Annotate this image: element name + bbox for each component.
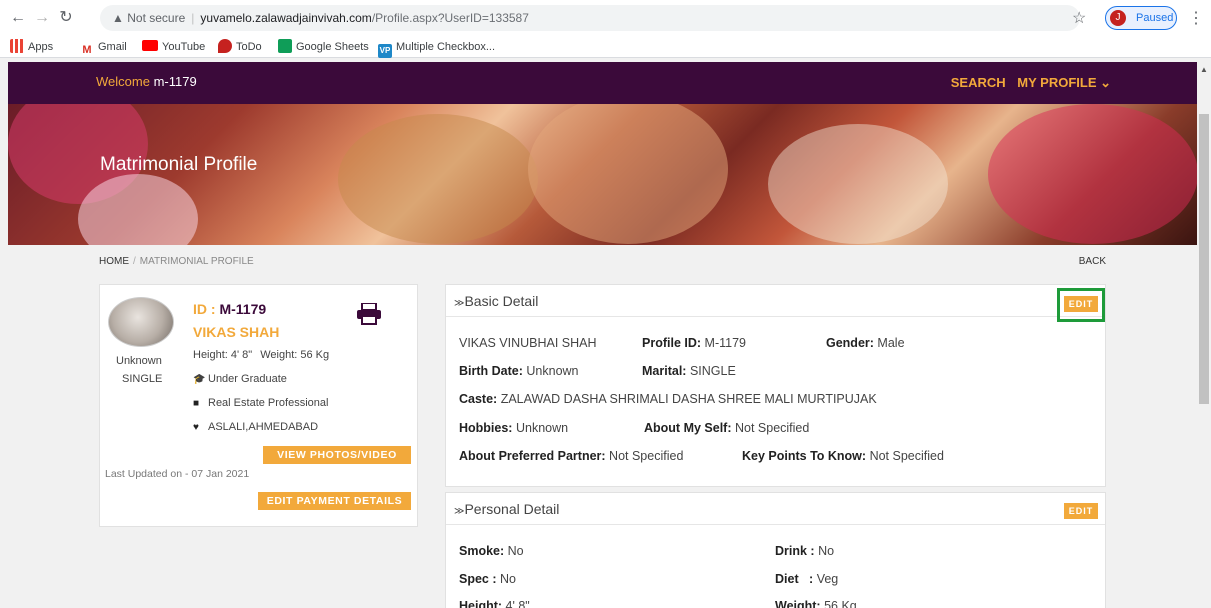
hero-title: Matrimonial Profile	[100, 154, 258, 175]
personal-detail-header[interactable]: ≫Personal Detail EDIT	[446, 493, 1105, 525]
key-points-field: Key Points To Know: Not Specified	[742, 449, 944, 463]
profile-id-field: Profile ID: M-1179	[642, 336, 746, 350]
personal-detail-panel: ≫Personal Detail EDIT Smoke: No Drink : …	[445, 492, 1106, 608]
personal-detail-edit-button[interactable]: EDIT	[1064, 503, 1098, 519]
height-field: Height: 4' 8"	[459, 599, 530, 608]
scrollbar-thumb[interactable]	[1199, 114, 1209, 404]
back-link[interactable]: BACK	[1079, 256, 1106, 267]
reload-icon[interactable]: ↻	[56, 8, 76, 28]
breadcrumb-home[interactable]: HOME	[99, 256, 129, 267]
todo-icon	[218, 39, 232, 53]
bookmark-todo[interactable]: ToDo	[218, 39, 262, 55]
graduation-cap-icon: 🎓	[193, 374, 206, 385]
map-marker-icon: ♥	[193, 422, 199, 433]
about-self-field: About My Self: Not Specified	[644, 421, 810, 435]
bookmark-youtube[interactable]: YouTube	[142, 39, 205, 55]
url-host: yuvamelo.zalawadjainvivah.com	[200, 11, 372, 25]
breadcrumb: HOME / MATRIMONIAL PROFILE	[99, 256, 254, 267]
menu-my-profile[interactable]: MY PROFILE ⌄	[1017, 75, 1111, 90]
birth-date-field: Birth Date: Unknown	[459, 364, 579, 378]
bookmark-apps[interactable]: Apps	[10, 39, 53, 55]
weight-field: Weight: 56 Kg	[775, 599, 857, 608]
bookmark-google-sheets[interactable]: Google Sheets	[278, 39, 369, 55]
profile-photo[interactable]	[108, 297, 174, 347]
vp-icon: VP	[378, 44, 392, 58]
bookmarks-bar: Apps M Gmail YouTube ToDo Google Sheets V…	[0, 36, 1211, 58]
profile-paused-button[interactable]: J Paused	[1105, 6, 1177, 30]
smoke-field: Smoke: No	[459, 544, 524, 558]
bookmark-gmail[interactable]: M Gmail	[80, 39, 127, 57]
scroll-up-arrow-icon[interactable]: ▲	[1200, 65, 1208, 74]
bookmark-multiple-checkbox[interactable]: VP Multiple Checkbox...	[378, 39, 495, 58]
profile-avatar: J	[1110, 10, 1126, 26]
main-menu: SEARCH MY PROFILE ⌄	[943, 75, 1111, 91]
sheets-icon	[278, 39, 292, 53]
forward-arrow-icon[interactable]: →	[32, 8, 52, 28]
site-navbar: Welcome m-1179 SEARCH MY PROFILE ⌄	[8, 62, 1197, 104]
security-label: Not secure	[127, 11, 186, 25]
education-line: 🎓 Under Graduate	[193, 373, 287, 385]
hero-banner: Matrimonial Profile	[8, 104, 1197, 245]
menu-search[interactable]: SEARCH	[951, 75, 1006, 90]
address-bar[interactable]: ▲ Not secure | yuvamelo.zalawadjainvivah.c…	[100, 5, 1080, 31]
location-line: ♥ ASLALI,AHMEDABAD	[193, 421, 319, 433]
apps-grid-icon	[10, 39, 24, 53]
profile-summary-card: Unknown SINGLE ID : M-1179 VIKAS SHAH He…	[99, 284, 418, 527]
spec-field: Spec : No	[459, 572, 516, 586]
marital-field: Marital: SINGLE	[642, 364, 736, 378]
diet-field: Diet : Veg	[775, 572, 839, 586]
back-arrow-icon[interactable]: ←	[8, 8, 28, 28]
briefcase-icon: ■	[193, 398, 200, 409]
welcome-username: m-1179	[153, 74, 197, 89]
paused-label: Paused	[1136, 12, 1174, 24]
more-menu-icon[interactable]: ⋮	[1188, 8, 1204, 28]
browser-toolbar: ← → ↻ ▲ Not secure | yuvamelo.zalawadjainv…	[0, 0, 1211, 36]
basic-detail-title: ≫Basic Detail	[454, 293, 539, 309]
basic-detail-header[interactable]: ≫Basic Detail EDIT	[446, 285, 1105, 322]
height-weight: Height: 4' 8" Weight: 56 Kg	[193, 349, 330, 361]
edit-payment-details-button[interactable]: EDIT PAYMENT DETAILS	[258, 492, 411, 510]
profile-id: ID : M-1179	[193, 301, 267, 317]
hobbies-field: Hobbies: Unknown	[459, 421, 569, 435]
basic-detail-panel: ≫Basic Detail EDIT VIKAS VINUBHAI SHAH P…	[445, 284, 1106, 487]
chevron-down-icon: ≫	[454, 506, 465, 517]
gender-field: Gender: Male	[826, 336, 905, 350]
gmail-icon: M	[80, 43, 94, 57]
welcome-text: Welcome m-1179	[96, 74, 197, 89]
bookmark-star-icon[interactable]: ☆	[1072, 8, 1086, 28]
warning-icon: ▲	[112, 11, 124, 25]
full-name: VIKAS VINUBHAI SHAH	[459, 336, 597, 350]
profile-name: VIKAS SHAH	[193, 324, 280, 340]
profession-line: ■ Real Estate Professional	[193, 397, 329, 409]
page-scrollbar[interactable]: ▲	[1197, 62, 1211, 608]
breadcrumb-current: MATRIMONIAL PROFILE	[139, 256, 254, 267]
youtube-icon	[142, 40, 158, 51]
caste-field: Caste: ZALAWAD DASHA SHRIMALI DASHA SHRE…	[459, 392, 877, 406]
profile-status-unknown: Unknown	[116, 355, 162, 367]
last-updated-text: Last Updated on - 07 Jan 2021	[105, 468, 250, 480]
url-path: /Profile.aspx?UserID=133587	[371, 11, 529, 25]
personal-detail-title: ≫Personal Detail	[454, 501, 560, 517]
view-photos-video-button[interactable]: VIEW PHOTOS/VIDEO	[263, 446, 411, 464]
printer-icon[interactable]	[356, 303, 382, 325]
chevron-down-icon: ≫	[454, 298, 465, 309]
about-partner-field: About Preferred Partner: Not Specified	[459, 449, 684, 463]
drink-field: Drink : No	[775, 544, 835, 558]
basic-detail-edit-button[interactable]: EDIT	[1064, 296, 1098, 312]
site-page: Welcome m-1179 SEARCH MY PROFILE ⌄ Matri…	[8, 62, 1197, 608]
profile-status-single: SINGLE	[122, 373, 163, 385]
